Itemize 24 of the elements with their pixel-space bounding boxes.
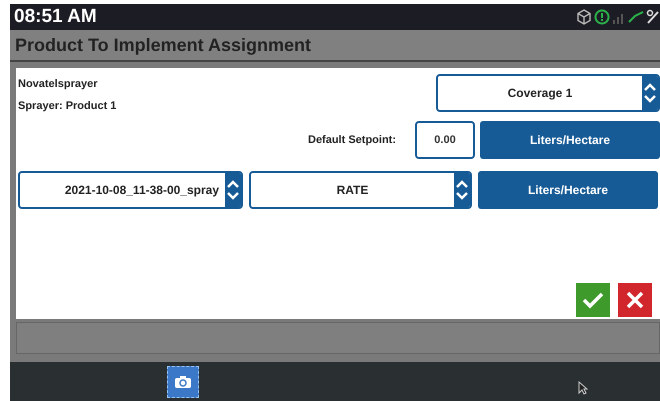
up-down-arrows-icon — [227, 178, 239, 202]
up-down-arrows-icon — [644, 81, 656, 105]
camera-button[interactable] — [167, 366, 199, 398]
check-icon — [582, 291, 604, 309]
camera-icon — [173, 374, 193, 390]
alert-circle-icon — [594, 9, 610, 25]
unit-button[interactable]: Liters/Hectare — [478, 171, 658, 209]
product-name: Sprayer: Product 1 — [18, 100, 116, 112]
implement-name: Novatelsprayer — [18, 78, 98, 90]
setpoint-field[interactable]: 0.00 — [415, 121, 475, 159]
mode-spinner[interactable]: RATE — [249, 171, 472, 209]
coverage-spinner[interactable]: Coverage 1 — [436, 74, 660, 112]
file-spinner[interactable]: 2021-10-08_11-38-00_spray — [18, 171, 243, 209]
setpoint-label: Default Setpoint: — [308, 134, 396, 146]
line-icon — [628, 10, 644, 24]
screen-title: Product To Implement Assignment — [15, 34, 312, 56]
cursor-icon — [578, 380, 588, 394]
confirm-button[interactable] — [576, 283, 610, 317]
close-icon — [625, 290, 645, 310]
cancel-button[interactable] — [618, 283, 652, 317]
clock-time: 08:51 AM — [14, 6, 97, 28]
up-down-arrows-icon — [456, 178, 468, 202]
cube-icon — [576, 9, 592, 25]
unit-button[interactable]: Liters/Hectare — [480, 121, 660, 159]
